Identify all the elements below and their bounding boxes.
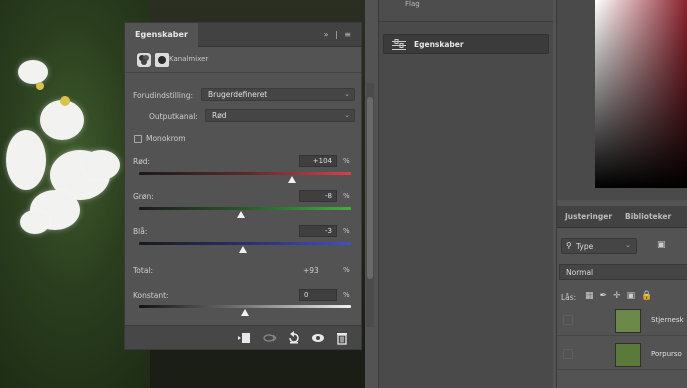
blue-slider-thumb[interactable] — [238, 246, 247, 253]
constant-label: Konstant: — [133, 291, 169, 300]
preset-dropdown[interactable]: Brugerdefineret ⌄ — [201, 88, 355, 101]
adjustments-tabs: Justeringer Biblioteker — [557, 206, 687, 228]
adjustment-type-row: Kanalmixer — [125, 47, 361, 73]
monochrome-checkbox[interactable] — [134, 135, 142, 143]
flower-petal — [6, 130, 46, 190]
flower-petal — [40, 100, 84, 140]
adjustment-type-label: Kanalmixer — [169, 55, 209, 63]
color-panel — [557, 0, 687, 200]
constant-slider-thumb[interactable] — [241, 309, 249, 316]
preset-value: Brugerdefineret — [208, 90, 268, 99]
output-channel-value: Rød — [212, 111, 227, 120]
chevron-down-icon: ⌄ — [625, 241, 631, 249]
adjustment-layer-icon[interactable] — [137, 53, 151, 67]
flower-petal — [20, 210, 50, 234]
constant-slider-track[interactable] — [139, 305, 351, 308]
trash-icon[interactable] — [335, 331, 349, 345]
layer-name: Stjernesk — [651, 316, 684, 324]
green-label: Grøn: — [133, 192, 154, 201]
flower-petal — [18, 60, 48, 84]
layers-panel: ⚲ Type ⌄ ▣ Normal Lås: ▦✒✛▣🔒 Stjernesk P… — [557, 228, 687, 388]
layer-mask-icon[interactable] — [155, 53, 169, 67]
blue-value-field[interactable]: -3 — [299, 225, 337, 237]
visibility-eye-icon[interactable] — [311, 331, 325, 345]
green-value-field[interactable]: -8 — [299, 190, 337, 202]
layer-filter-dropdown[interactable]: ⚲ Type ⌄ — [561, 238, 637, 254]
tab-egenskaber[interactable]: Egenskaber — [125, 23, 198, 47]
red-unit: % — [343, 157, 350, 165]
preset-label: Forudindstilling: — [133, 91, 194, 100]
total-value: +93 — [303, 266, 319, 275]
red-value-field[interactable]: +104 — [299, 155, 337, 167]
lock-icons[interactable]: ▦✒✛▣🔒 — [585, 291, 658, 301]
chevron-down-icon: ⌄ — [344, 90, 350, 98]
total-label: Total: — [133, 266, 154, 275]
properties-header: Egenskaber » | ≡ — [125, 23, 361, 47]
color-picker-field[interactable] — [595, 0, 687, 188]
layer-thumbnail — [615, 343, 641, 367]
green-slider-thumb[interactable] — [236, 211, 245, 218]
flower-petal — [82, 150, 120, 180]
filter-type-value: Type — [576, 242, 594, 251]
flower-center — [36, 82, 44, 90]
tab-justeringer[interactable]: Justeringer — [565, 206, 612, 228]
blend-mode-value: Normal — [566, 268, 594, 277]
visibility-toggle[interactable] — [563, 349, 573, 359]
layer-name: Porpurso — [651, 350, 682, 358]
lock-label: Lås: — [561, 293, 577, 302]
green-slider-track[interactable] — [139, 207, 351, 210]
red-slider-thumb[interactable] — [287, 176, 296, 183]
panel-menu-icon[interactable]: » | ≡ — [324, 23, 353, 47]
panel-scrollbar[interactable] — [366, 83, 374, 327]
view-previous-icon[interactable] — [263, 331, 277, 345]
egenskaber-panel-button[interactable]: Egenskaber — [383, 34, 549, 54]
image-filter-icon[interactable]: ▣ — [657, 240, 666, 250]
reset-icon[interactable] — [287, 331, 301, 345]
blue-label: Blå: — [133, 227, 148, 236]
visibility-toggle[interactable] — [563, 315, 573, 325]
total-unit: % — [343, 266, 350, 274]
monochrome-label: Monokrom — [146, 134, 186, 143]
properties-footer — [125, 325, 361, 349]
red-slider-track[interactable] — [139, 172, 351, 175]
constant-unit: % — [343, 291, 350, 299]
layer-thumbnail — [615, 309, 641, 333]
layer-row[interactable]: Porpurso — [557, 340, 687, 370]
tab-biblioteker[interactable]: Biblioteker — [625, 206, 671, 228]
middle-panel-column: Flag Egenskaber — [378, 0, 553, 388]
flower-center — [60, 96, 70, 106]
chevron-down-icon: ⌄ — [344, 111, 350, 119]
history-panel-strip: Flag — [379, 0, 553, 22]
green-unit: % — [343, 192, 350, 200]
blend-mode-dropdown[interactable]: Normal — [559, 264, 687, 280]
layer-row[interactable]: Stjernesk — [557, 306, 687, 336]
red-label: Rød: — [133, 157, 151, 166]
egenskaber-label: Egenskaber — [414, 40, 464, 49]
output-channel-label: Outputkanal: — [149, 112, 198, 121]
clip-to-layer-icon[interactable] — [237, 331, 251, 345]
flag-label: Flag — [405, 0, 420, 8]
constant-value-field[interactable]: 0 — [299, 289, 337, 301]
scrollbar-thumb[interactable] — [367, 97, 373, 279]
output-channel-dropdown[interactable]: Rød ⌄ — [205, 109, 355, 122]
right-panel-column: Justeringer Biblioteker ⚲ Type ⌄ ▣ Norma… — [556, 0, 687, 388]
blue-slider-track[interactable] — [139, 242, 351, 245]
sliders-icon — [392, 39, 406, 53]
blue-unit: % — [343, 227, 350, 235]
properties-panel: Egenskaber » | ≡ Kanalmixer Forudindstil… — [124, 22, 374, 350]
search-icon: ⚲ — [566, 241, 572, 250]
